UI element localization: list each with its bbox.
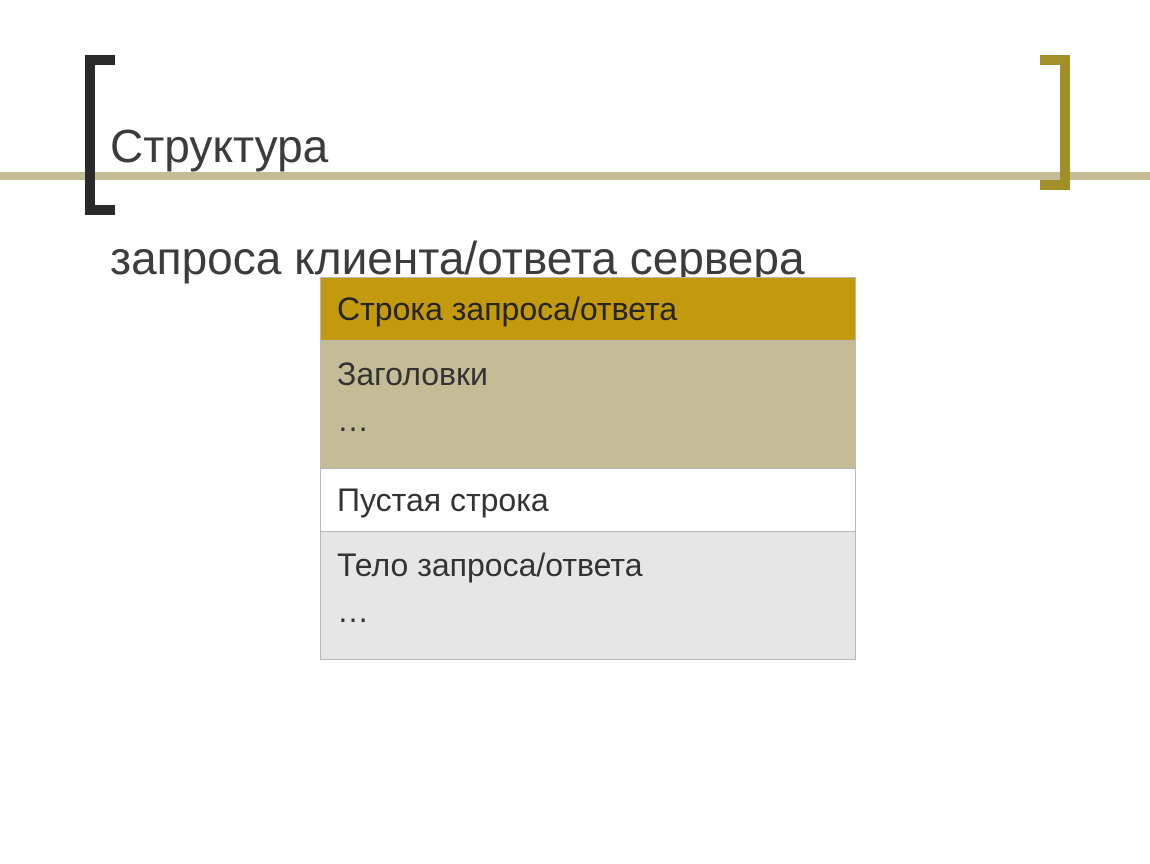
headers-ellipsis: … xyxy=(337,402,369,438)
headers-label: Заголовки xyxy=(337,356,488,392)
body-ellipsis: … xyxy=(337,593,369,629)
title-line1: Структура xyxy=(110,120,328,172)
body-label: Тело запроса/ответа xyxy=(337,547,643,583)
empty-line-text: Пустая строка xyxy=(337,482,549,518)
slide-title: Структура запроса клиента/ответа сервера xyxy=(110,62,805,286)
diagram-row-headers: Заголовки … xyxy=(321,340,855,468)
diagram-row-body: Тело запроса/ответа … xyxy=(321,531,855,659)
diagram-row-empty: Пустая строка xyxy=(321,468,855,531)
http-structure-diagram: Строка запроса/ответа Заголовки … Пустая… xyxy=(320,277,856,660)
diagram-row-statusline: Строка запроса/ответа xyxy=(321,278,855,340)
right-bracket-icon xyxy=(1040,55,1070,190)
statusline-text: Строка запроса/ответа xyxy=(337,291,677,327)
